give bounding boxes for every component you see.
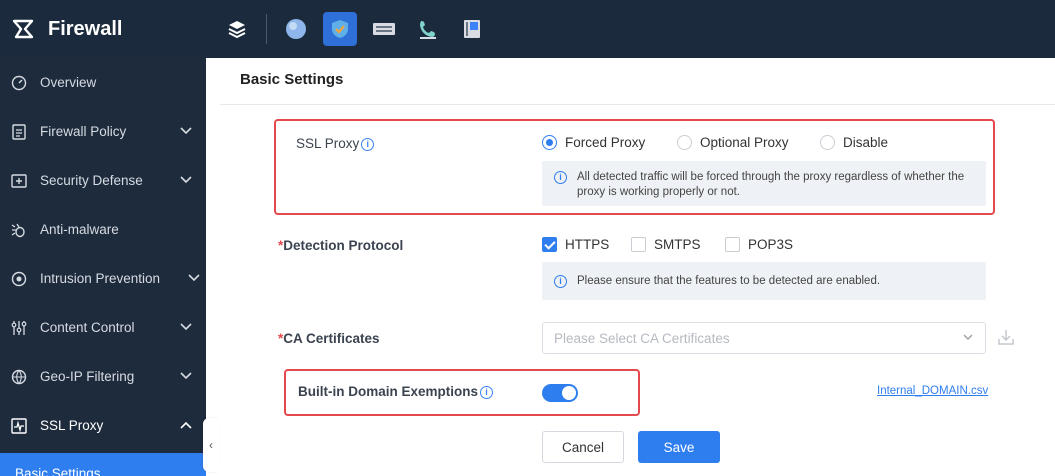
document-icon — [10, 123, 28, 141]
radio-forced-proxy[interactable]: Forced Proxy — [542, 135, 645, 150]
bug-icon — [10, 221, 28, 239]
radio-label: Disable — [843, 135, 889, 150]
ssl-proxy-note-text: All detected traffic will be forced thro… — [577, 171, 965, 198]
app-root: Firewall Overview Firewall Policy Securi… — [0, 0, 1055, 476]
layers-icon[interactable] — [220, 12, 254, 46]
info-icon[interactable]: i — [361, 138, 375, 151]
top-nav — [220, 0, 499, 58]
sidebar-item-label: Firewall Policy — [40, 124, 127, 139]
sidebar-item-content-control[interactable]: Content Control — [0, 303, 206, 352]
ca-certificates-select[interactable]: Please Select CA Certificates — [542, 322, 986, 354]
checkbox-box — [631, 237, 646, 252]
checkbox-smtps[interactable]: SMTPS — [631, 237, 701, 252]
detection-protocol-label-text: Detection Protocol — [283, 238, 404, 253]
info-icon[interactable]: i — [480, 386, 494, 399]
radio-disable[interactable]: Disable — [820, 135, 888, 150]
page-title: Basic Settings — [240, 71, 344, 88]
detection-protocol-note-text: Please ensure that the features to be de… — [577, 274, 881, 287]
sidebar-collapse-button[interactable]: ‹ — [203, 418, 219, 472]
chevron-down-icon — [188, 273, 200, 281]
ca-certificates-label-text: CA Certificates — [283, 331, 380, 346]
radio-dot-selected — [542, 135, 557, 150]
detection-protocol-label: *Detection Protocol — [278, 238, 403, 253]
chevron-down-icon — [180, 175, 192, 183]
chevron-down-icon — [180, 322, 192, 330]
domain-exemptions-label: Built-in Domain Exemptions i — [298, 384, 494, 399]
sidebar-item-label: Geo-IP Filtering — [40, 369, 135, 384]
sidebar-item-label: SSL Proxy — [40, 418, 104, 433]
ca-certificates-placeholder: Please Select CA Certificates — [554, 330, 730, 346]
device-icon[interactable] — [455, 12, 489, 46]
phone-icon[interactable] — [411, 12, 445, 46]
globe-icon — [10, 368, 28, 386]
cancel-button[interactable]: Cancel — [542, 431, 624, 463]
sidebar-item-intrusion-prevention[interactable]: Intrusion Prevention — [0, 254, 206, 303]
chevron-down-icon — [180, 371, 192, 379]
info-icon: i — [554, 171, 567, 184]
ssl-proxy-label: SSL Proxy i — [296, 136, 375, 151]
sidebar-item-overview[interactable]: Overview — [0, 58, 206, 107]
chevron-down-icon — [180, 126, 192, 134]
radio-label: Optional Proxy — [700, 135, 789, 150]
ca-certificates-label: *CA Certificates — [278, 331, 380, 346]
shield-icon[interactable] — [323, 12, 357, 46]
chevron-up-icon — [180, 421, 192, 429]
radio-dot — [820, 135, 835, 150]
sidebar-item-label: Anti-malware — [40, 222, 119, 237]
sidebar-item-label: Intrusion Prevention — [40, 271, 161, 286]
checkbox-box-checked — [542, 237, 557, 252]
sidebar-item-firewall-policy[interactable]: Firewall Policy — [0, 107, 206, 156]
internal-domain-csv-link[interactable]: Internal_DOMAIN.csv — [877, 385, 988, 397]
top-bar: Firewall — [0, 0, 1055, 58]
checkbox-box — [725, 237, 740, 252]
save-button[interactable]: Save — [638, 431, 720, 463]
radio-dot — [677, 135, 692, 150]
firewall-logo-icon — [12, 19, 34, 39]
sidebar-item-label: Overview — [40, 75, 97, 90]
detection-protocol-note: i Please ensure that the features to be … — [542, 262, 986, 300]
sidebar-item-ssl-proxy[interactable]: SSL Proxy — [0, 401, 206, 450]
sidebar: Overview Firewall Policy Security Defens… — [0, 58, 206, 476]
radio-label: Forced Proxy — [565, 135, 646, 150]
domain-exemptions-label-text: Built-in Domain Exemptions — [298, 384, 479, 399]
checkbox-label: SMTPS — [654, 237, 701, 252]
checkbox-pop3s[interactable]: POP3S — [725, 237, 793, 252]
radio-optional-proxy[interactable]: Optional Proxy — [677, 135, 789, 150]
switch-icon[interactable] — [367, 12, 401, 46]
info-icon: i — [554, 274, 567, 288]
ssl-proxy-label-text: SSL Proxy — [296, 136, 360, 151]
chevron-down-icon — [963, 334, 973, 340]
sidebar-item-geo-ip-filtering[interactable]: Geo-IP Filtering — [0, 352, 206, 401]
shield-plus-icon — [10, 172, 28, 190]
gauge-icon — [10, 74, 28, 92]
filter-icon — [10, 319, 28, 337]
target-icon — [10, 270, 28, 288]
app-title: Firewall — [48, 17, 123, 40]
sidebar-item-label: Security Defense — [40, 173, 143, 188]
brand: Firewall — [0, 0, 206, 58]
domain-exemptions-toggle[interactable] — [542, 384, 578, 402]
download-icon[interactable] — [997, 328, 1015, 346]
sidebar-item-security-defense[interactable]: Security Defense — [0, 156, 206, 205]
title-divider — [220, 104, 1055, 105]
top-nav-divider — [266, 14, 267, 44]
checkbox-label: POP3S — [748, 237, 794, 252]
sidebar-item-anti-malware[interactable]: Anti-malware — [0, 205, 206, 254]
main-content: Basic Settings SSL Proxy i Forced Proxy O… — [220, 58, 1055, 476]
sidebar-item-label: Content Control — [40, 320, 135, 335]
sidebar-subitem-basic-settings[interactable]: Basic Settings — [0, 453, 206, 476]
globe-icon[interactable] — [279, 12, 313, 46]
ssl-proxy-note: i All detected traffic will be forced th… — [542, 161, 986, 206]
pulse-icon — [10, 417, 28, 435]
checkbox-https[interactable]: HTTPS — [542, 237, 609, 252]
checkbox-label: HTTPS — [565, 237, 610, 252]
